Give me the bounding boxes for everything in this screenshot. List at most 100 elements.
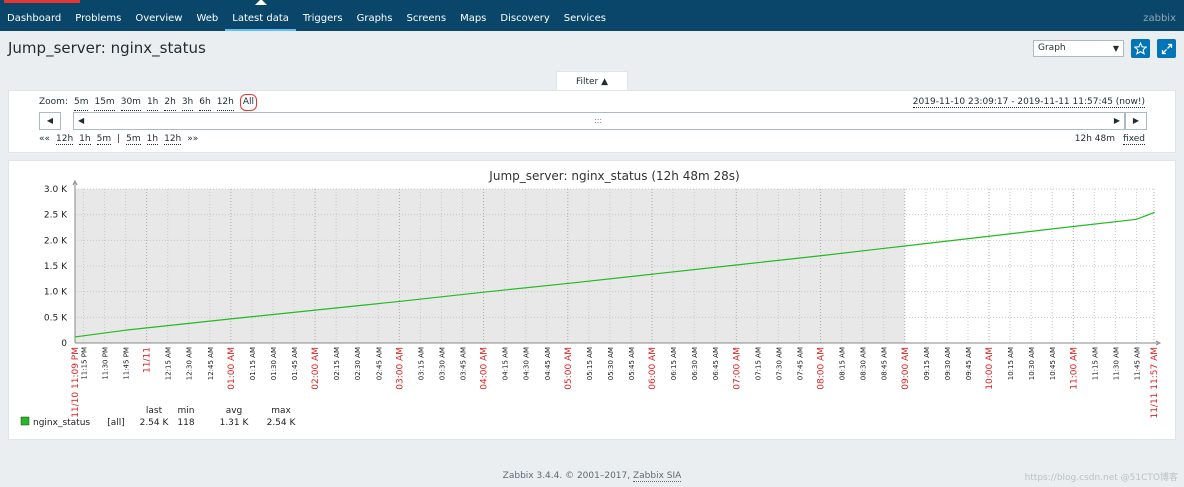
zoom-option-12h[interactable]: 12h [216, 97, 234, 111]
x-tick-label: 11:15 PM [80, 347, 88, 380]
x-tick-label: 03:30 AM [438, 347, 446, 380]
period-nav-item[interactable]: 5m [96, 134, 112, 145]
x-tick-label: 08:15 AM [839, 347, 847, 380]
series-point [651, 273, 653, 275]
legend-header-min: min [178, 406, 195, 416]
series-point [230, 318, 232, 320]
x-tick-label: 01:15 AM [249, 347, 257, 380]
fixed-toggle[interactable]: fixed [1123, 134, 1145, 145]
period-nav-item[interactable]: 1h [146, 134, 159, 145]
legend-header-last: last [146, 406, 163, 416]
period-nav-item[interactable]: 12h [164, 134, 182, 145]
x-tick-label: 07:00 AM [732, 347, 742, 390]
scrollbar-right-arrow-icon[interactable]: ▶ [1114, 113, 1120, 129]
series-point [904, 245, 906, 247]
x-tick-label: 04:15 AM [502, 347, 510, 380]
x-tick-label: 01:00 AM [227, 347, 237, 390]
zoom-option-3h[interactable]: 3h [181, 97, 194, 111]
x-tick-label: 11:30 PM [101, 347, 109, 380]
series-point [1153, 212, 1155, 214]
series-point [124, 329, 127, 331]
zoom-option-15m[interactable]: 15m [94, 97, 115, 111]
legend-header-max: max [271, 406, 291, 416]
series-point [735, 264, 737, 266]
nav-item-graphs[interactable]: Graphs [350, 0, 400, 31]
x-tick-label: 12:30 AM [186, 347, 194, 380]
nav-item-problems[interactable]: Problems [68, 0, 128, 31]
view-select[interactable]: Graph ▼ [1033, 40, 1124, 57]
nav-item-screens[interactable]: Screens [399, 0, 453, 31]
legend-header-avg: avg [226, 406, 243, 416]
nav-item-dashboard[interactable]: Dashboard [0, 0, 68, 31]
period-nav-item[interactable]: 1h [79, 134, 91, 145]
zoom-option-1h[interactable]: 1h [146, 97, 159, 111]
zoom-option-5m[interactable]: 5m [73, 97, 89, 111]
page-title: Jump_server: nginx_status [8, 39, 206, 57]
x-tick-label: 12:15 AM [165, 347, 173, 380]
x-tick-label: 06:15 AM [670, 347, 678, 380]
legend-color-swatch [20, 416, 30, 426]
nav-menu: Dashboard Problems Overview Web Latest data T… [0, 0, 613, 31]
time-scrollbar[interactable]: ◀ ::: ▶ [73, 112, 1125, 130]
filter-panel: Zoom: 5m 15m 30m 1h 2h 3h 6h 12h All 2019-11-10 … [8, 90, 1176, 153]
favorite-button[interactable] [1131, 39, 1150, 58]
legend-value-max: 2.54 K [267, 418, 297, 428]
y-tick-label: 2.0 K [44, 236, 68, 246]
scrollbar-left-arrow-icon[interactable]: ◀ [78, 113, 84, 129]
x-tick-label: 10:30 AM [1028, 347, 1036, 380]
footer-text: Zabbix 3.4.4. © 2001–2017, [502, 471, 631, 481]
scrollbar-grip[interactable]: ::: [594, 113, 602, 129]
nav-item-triggers[interactable]: Triggers [296, 0, 350, 31]
period-nav-item: | [117, 134, 121, 144]
graph-title: Jump_server: nginx_status (12h 48m 28s) [488, 169, 739, 183]
legend-value-last: 2.54 K [140, 418, 170, 428]
nav-item-services[interactable]: Services [557, 0, 613, 31]
series-point [1072, 225, 1074, 228]
series-point [74, 336, 76, 338]
watermark: https://blog.csdn.net @51CTO博客 [1024, 473, 1178, 483]
graph-panel: Jump_server: nginx_status (12h 48m 28s) 0… [8, 160, 1176, 440]
x-tick-label: 09:30 AM [944, 347, 952, 380]
series-point [567, 282, 569, 285]
footer: Zabbix 3.4.4. © 2001–2017, Zabbix SIA [0, 471, 1184, 482]
view-select-value: Graph [1038, 43, 1066, 53]
fullscreen-button[interactable] [1157, 39, 1176, 58]
scroll-left-button[interactable]: ◀ [39, 112, 61, 130]
brand-label: zabbix [1143, 13, 1176, 24]
nav-item-maps[interactable]: Maps [453, 0, 493, 31]
x-tick-label: 11:45 PM [123, 347, 131, 380]
scroll-right-button[interactable]: ▶ [1125, 112, 1147, 130]
x-tick-label: 08:30 AM [860, 347, 868, 380]
star-icon [1133, 41, 1148, 55]
zoom-option-6h[interactable]: 6h [199, 97, 211, 111]
period-nav-item[interactable]: 12h [56, 134, 74, 145]
y-tick-label: 3.0 K [44, 185, 68, 195]
x-tick-label: 05:30 AM [607, 347, 615, 380]
period-range[interactable]: 2019-11-10 23:09:17 - 2019-11-11 11:57:4… [912, 97, 1145, 108]
zoom-option-all[interactable]: All [239, 94, 258, 111]
legend-value-avg: 1.31 K [220, 418, 250, 428]
x-tick-label: 02:45 AM [375, 347, 383, 380]
filter-tab[interactable]: Filter ▲ [556, 71, 628, 91]
fullscreen-icon [1161, 43, 1172, 55]
period-nav-item[interactable]: «« [39, 134, 50, 145]
period-nav-item[interactable]: »» [187, 134, 198, 145]
nav-item-discovery[interactable]: Discovery [493, 0, 556, 31]
x-tick-label: 06:00 AM [648, 347, 658, 390]
series-point [482, 291, 485, 293]
series-point [1135, 218, 1138, 220]
legend-value-min: 118 [177, 418, 194, 428]
footer-link[interactable]: Zabbix SIA [633, 471, 682, 482]
x-tick-label: 07:15 AM [754, 347, 762, 380]
zoom-option-30m[interactable]: 30m [120, 97, 141, 111]
nav-item-latest-data[interactable]: Latest data [225, 0, 296, 31]
x-tick-label: 04:30 AM [523, 347, 531, 380]
nav-item-overview[interactable]: Overview [128, 0, 189, 31]
nav-item-web[interactable]: Web [189, 0, 225, 31]
legend-series-name: nginx_status [33, 418, 90, 428]
duration-value: 12h 48m [1074, 134, 1116, 144]
x-tick-label: 11:00 AM [1069, 347, 1079, 390]
period-nav-item[interactable]: 5m [126, 134, 141, 145]
zoom-option-2h[interactable]: 2h [164, 97, 176, 111]
x-tick-label: 07:30 AM [775, 347, 783, 380]
